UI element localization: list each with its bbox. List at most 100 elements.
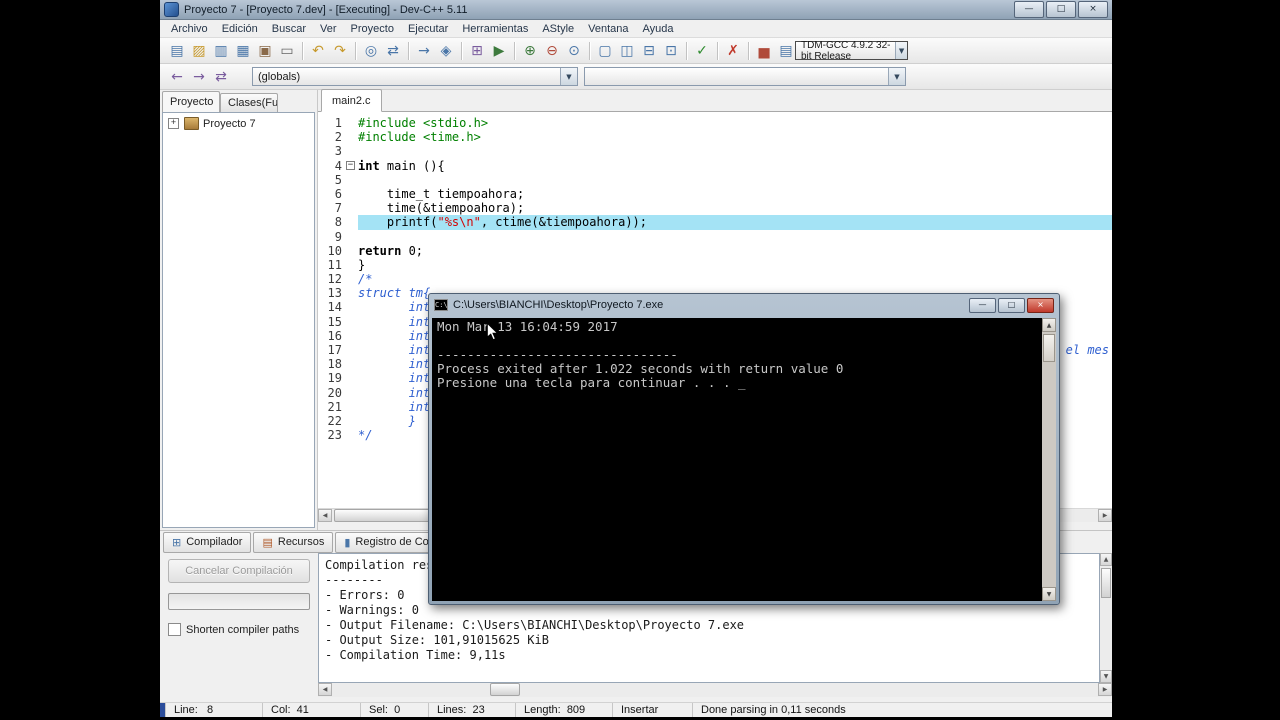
bookmark-icon[interactable]: ◈ [436,41,456,61]
tile-vertical-icon[interactable]: ⊟ [639,41,659,61]
toolbar-separator [748,41,749,60]
console-minimize-button[interactable]: — [969,297,996,313]
add-to-project-icon[interactable]: ⊕ [520,41,540,61]
console-maximize-button[interactable]: □ [998,297,1025,313]
console-line: Process exited after 1.022 seconds with … [437,361,844,376]
menu-item-astyle[interactable]: AStyle [535,21,581,37]
scroll-thumb[interactable] [1101,568,1111,598]
tab-main2c[interactable]: main2.c [321,89,382,112]
shorten-paths-checkbox[interactable] [168,623,181,636]
undo-icon[interactable]: ↶ [308,41,328,61]
log-vscrollbar[interactable]: ▲ ▼ [1100,553,1112,683]
scroll-left-icon[interactable]: ◀ [318,683,332,696]
menu-item-herramientas[interactable]: Herramientas [455,21,535,37]
menu-item-archivo[interactable]: Archivo [164,21,215,37]
toolbar-separator [302,41,303,60]
minimize-button[interactable]: — [1014,1,1044,18]
console-close-button[interactable]: × [1027,297,1054,313]
scroll-thumb[interactable] [1043,334,1055,362]
menu-item-edicion[interactable]: Edición [215,21,265,37]
sidebar-tabs: ProyectoClases(Fun [160,90,317,112]
print-icon[interactable]: ▭ [277,41,297,61]
sidebar-tab-clasesfun[interactable]: Clases(Fun [220,93,278,112]
compiler-profile-select[interactable]: TDM-GCC 4.9.2 32-bit Release ▼ [795,40,908,62]
editor-line: 10 return 0; [327,243,424,258]
profiling-log-icon[interactable]: ▤ [776,41,796,61]
toolbar-main-icons: ▤ ▨ ▥ ▦ ▣ ▭ ↶ ↷ ◎ ⇄ → ◈ ⊞ ▶ ⊕ ⊖ ⊙ ▢ ◫ ⊟ ⊡ ✓ ✗ ▅ ▤ [166,41,797,61]
swap-header-source-icon[interactable]: ⇄ [211,67,231,87]
scroll-left-icon[interactable]: ◀ [318,509,332,522]
editor-line: 7 time(&tiempoahora); [334,201,525,216]
side-panel: ProyectoClases(Fun ◂ ▸ + Proyecto 7 [160,90,318,530]
tree-expander-icon[interactable]: + [168,118,179,129]
compile-icon[interactable]: ⊞ [467,41,487,61]
menu-item-ventana[interactable]: Ventana [581,21,635,37]
console-body[interactable]: Mon Mar 13 16:04:59 2017 ----------------… [432,318,1056,601]
goto-back-icon[interactable]: ← [167,67,187,87]
tree-item-project[interactable]: + Proyecto 7 [163,113,314,134]
log-line: - Output Size: 101,91015625 KiB [325,633,549,647]
project-options-icon[interactable]: ⊙ [564,41,584,61]
scroll-right-icon[interactable]: ▶ [1098,683,1112,696]
bottom-tab-recursos[interactable]: ▤ Recursos [253,531,334,553]
cancel-compile-button[interactable]: Cancelar Compilación [168,559,310,583]
members-select[interactable]: ▼ [584,67,906,86]
scroll-up-icon[interactable]: ▲ [1100,553,1112,566]
goto-line-icon[interactable]: → [414,41,434,61]
status-line: Line: 8 [166,703,263,717]
tile-horizontal-icon[interactable]: ◫ [617,41,637,61]
shorten-paths-option: Shorten compiler paths [168,623,299,636]
compile-progress-bar [168,593,310,610]
redo-icon[interactable]: ↷ [330,41,350,61]
menu-item-proyecto[interactable]: Proyecto [344,21,401,37]
title-bar: Proyecto 7 - [Proyecto 7.dev] - [Executi… [160,0,1112,20]
menu-bar: Archivo Edición Buscar Ver Proyecto Ejecutar H… [160,20,1112,38]
shorten-paths-label: Shorten compiler paths [186,623,300,636]
status-length: Length: 809 [516,703,613,717]
maximize-button[interactable]: □ [1046,1,1076,18]
console-titlebar[interactable]: C:\ C:\Users\BIANCHI\Desktop\Proyecto 7.… [429,294,1059,316]
scroll-thumb[interactable] [490,683,520,696]
combo-arrow-icon: ▼ [888,68,905,85]
fullscreen-icon[interactable]: ⊡ [661,41,681,61]
open-file-icon[interactable]: ▨ [189,41,209,61]
console-window[interactable]: C:\ C:\Users\BIANCHI\Desktop\Proyecto 7.… [428,293,1060,605]
console-scrollbar[interactable]: ▲ ▼ [1042,318,1056,601]
menu-item-ver[interactable]: Ver [313,21,344,37]
replace-icon[interactable]: ⇄ [383,41,403,61]
abort-compile-icon[interactable]: ✗ [723,41,743,61]
log-hscrollbar[interactable]: ◀ ▶ [318,683,1112,697]
editor-line: 11} [327,257,366,272]
globals-select[interactable]: (globals) ▼ [252,67,578,86]
run-icon[interactable]: ▶ [489,41,509,61]
scroll-down-icon[interactable]: ▼ [1100,670,1112,683]
save-all-icon[interactable]: ▦ [233,41,253,61]
scroll-right-icon[interactable]: ▶ [1098,509,1112,522]
editor-tabbar: main2.c [318,89,1112,112]
console-output: Mon Mar 13 16:04:59 2017 ----------------… [437,320,1037,390]
scroll-down-icon[interactable]: ▼ [1042,587,1056,601]
project-tree[interactable]: + Proyecto 7 [162,112,315,528]
close-button[interactable]: × [1078,1,1108,18]
menu-item-buscar[interactable]: Buscar [265,21,313,37]
syntax-check-icon[interactable]: ✓ [692,41,712,61]
menu-item-ayuda[interactable]: Ayuda [636,21,681,37]
cascade-windows-icon[interactable]: ▢ [595,41,615,61]
fold-collapse-icon[interactable]: − [346,160,355,170]
console-line: Mon Mar 13 16:04:59 2017 [437,319,618,334]
tree-item-label: Proyecto 7 [203,117,256,130]
menu-item-ejecutar[interactable]: Ejecutar [401,21,455,37]
remove-from-project-icon[interactable]: ⊖ [542,41,562,61]
profile-icon[interactable]: ▅ [754,41,774,61]
bottom-tab-compilador[interactable]: ⊞ Compilador [163,531,252,553]
find-icon[interactable]: ◎ [361,41,381,61]
close-file-icon[interactable]: ▣ [255,41,275,61]
save-icon[interactable]: ▥ [211,41,231,61]
goto-forward-icon[interactable]: → [189,67,209,87]
scroll-track[interactable] [332,683,1098,697]
scroll-up-icon[interactable]: ▲ [1042,318,1056,332]
sidebar-tab-proyecto[interactable]: Proyecto [162,91,220,112]
bottom-tab-registrodeco[interactable]: ▮ Registro de Co [335,531,438,553]
new-file-icon[interactable]: ▤ [167,41,187,61]
